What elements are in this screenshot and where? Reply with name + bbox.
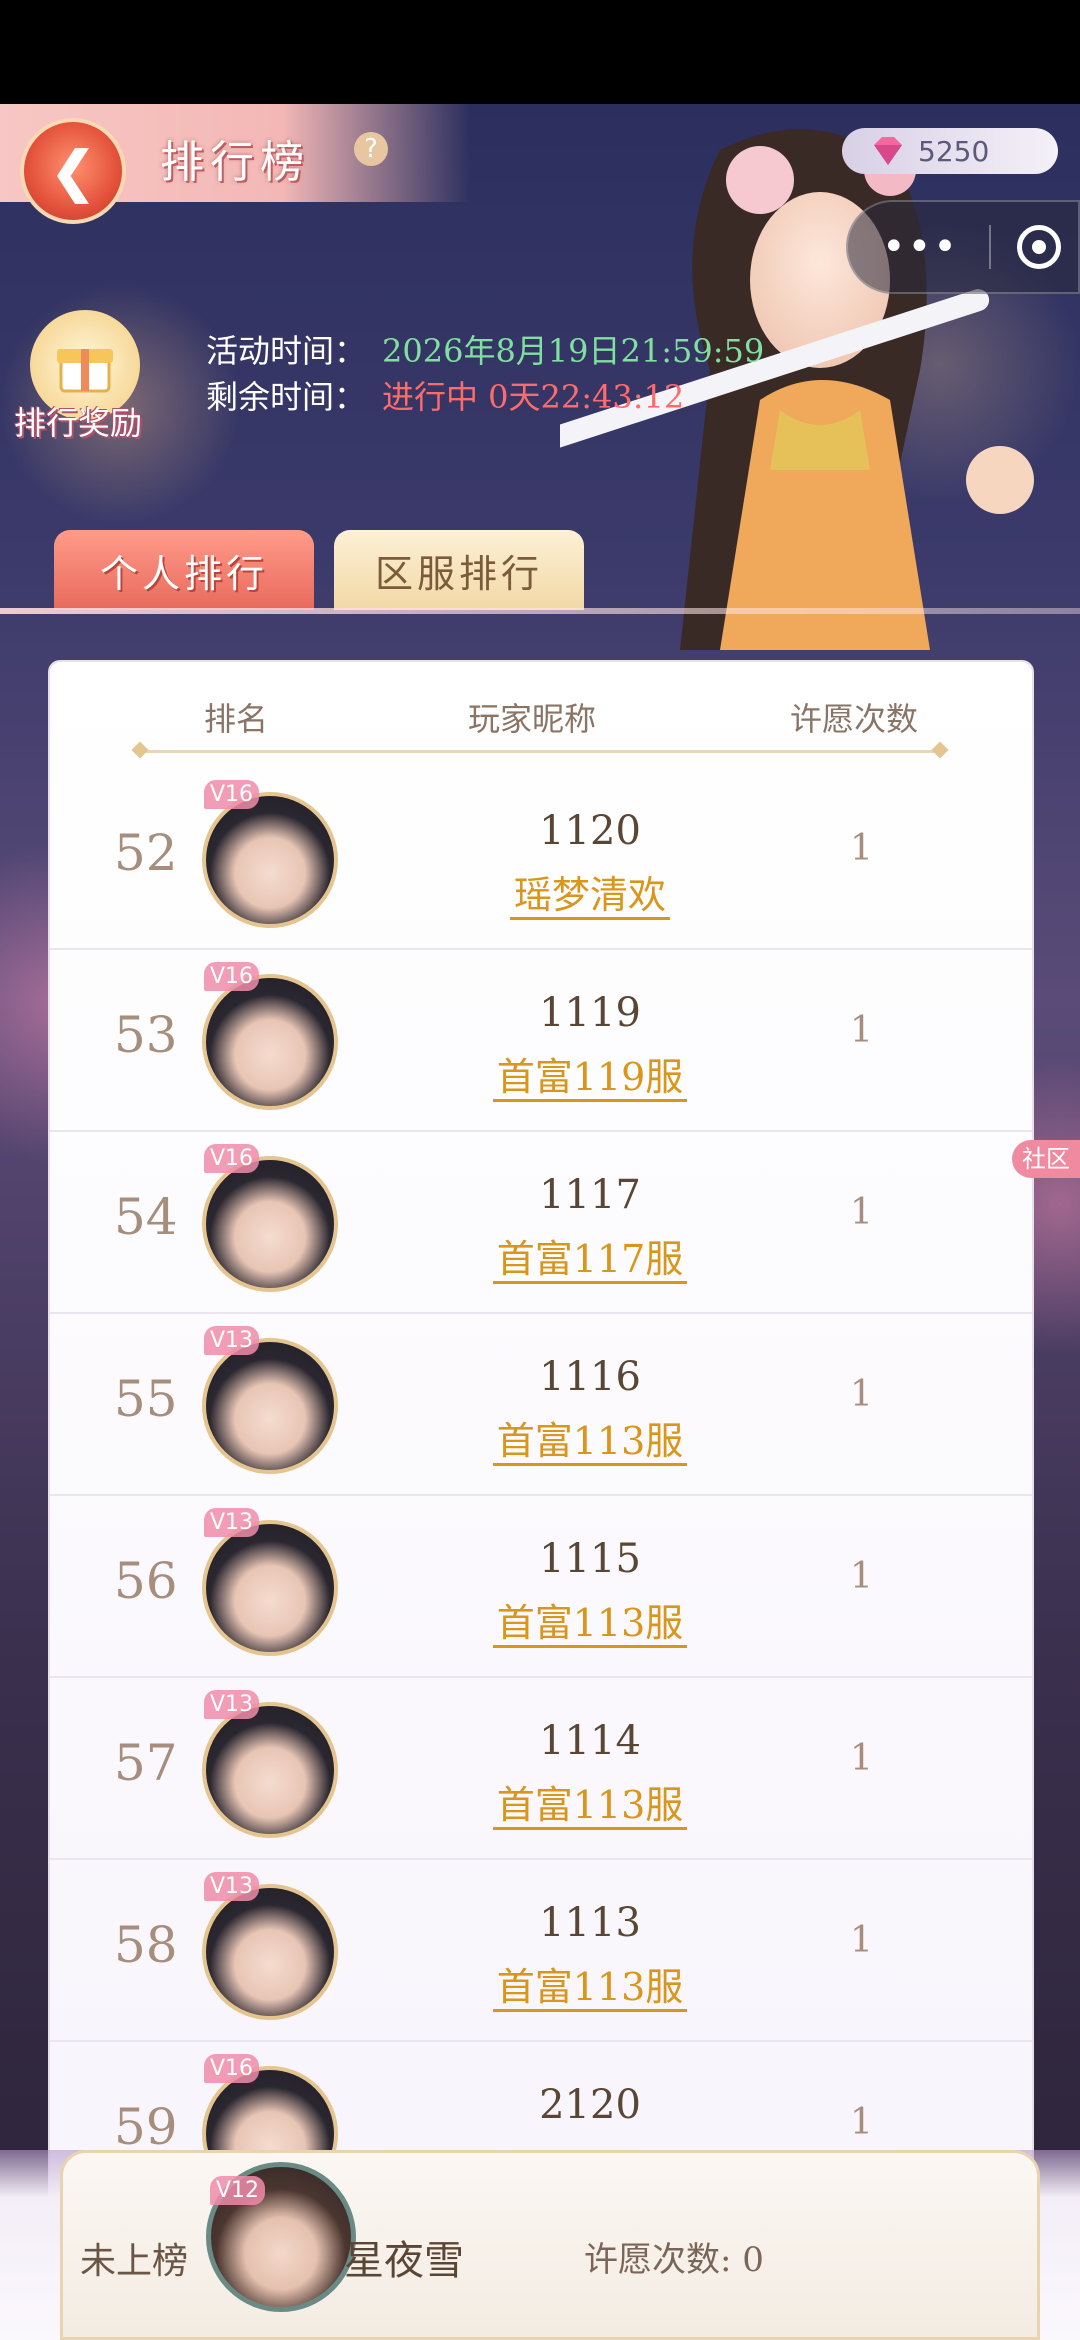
remaining-time-label: 剩余时间： (206, 378, 367, 416)
table-row[interactable]: 55 V13 1116 首富113服 1 (50, 1314, 1032, 1496)
player-name[interactable]: 首富113服 (410, 1956, 770, 2012)
tab-server-ranking[interactable]: 区服排行 (334, 530, 584, 610)
player-server-id: 1114 (539, 1718, 641, 1764)
header-divider (140, 750, 940, 753)
self-rank-status: 未上榜 (80, 2241, 189, 2282)
back-arrow-icon: ❮ (50, 139, 96, 203)
player-name[interactable]: 首富113服 (410, 1774, 770, 1830)
player-name[interactable]: 瑶梦清欢 (410, 864, 770, 920)
table-row[interactable]: 54 V16 1117 首富117服 1 (50, 1132, 1032, 1314)
activity-time-value: 2026年8月19日21:59:59 (382, 332, 765, 370)
rank-reward-label: 排行奖励 (14, 404, 143, 442)
rank-number: 53 (114, 1006, 178, 1064)
table-row[interactable]: 56 V13 1115 首富113服 1 (50, 1496, 1032, 1678)
question-icon[interactable]: ? (354, 132, 388, 166)
vip-badge: V16 (204, 2054, 260, 2083)
gift-icon (57, 349, 113, 393)
wish-count: 1 (850, 1374, 873, 1415)
wish-count: 1 (850, 2102, 873, 2143)
player-name-text: 首富119服 (492, 1055, 688, 1102)
player-name-text: 首富113服 (492, 1965, 688, 2012)
close-target-icon[interactable] (1016, 225, 1061, 269)
vip-badge: V13 (204, 1690, 260, 1719)
player-name-text: 首富113服 (492, 1601, 688, 1648)
remaining-time-value: 进行中 0天22:43:12 (382, 378, 685, 416)
wish-count: 1 (850, 828, 873, 869)
player-name[interactable]: 首富119服 (410, 1046, 770, 1102)
back-button[interactable]: ❮ (20, 118, 126, 224)
player-server-id: 1119 (539, 990, 641, 1036)
more-button[interactable]: ••• (882, 224, 959, 270)
player-name[interactable]: 首富117服 (410, 1228, 770, 1284)
gem-counter[interactable]: 5250 (842, 128, 1058, 174)
player-server-id: 1113 (539, 1900, 641, 1946)
player-name-text: 首富117服 (492, 1237, 688, 1284)
self-vip-badge: V12 (210, 2176, 266, 2205)
player-avatar[interactable] (202, 1338, 338, 1474)
player-server-id: 2120 (539, 2082, 641, 2128)
vip-badge: V13 (204, 1508, 260, 1537)
community-tag[interactable]: 社区 (1012, 1140, 1080, 1178)
gem-count: 5250 (918, 134, 990, 168)
player-name[interactable]: 首富113服 (410, 1410, 770, 1466)
player-avatar[interactable] (202, 1520, 338, 1656)
page-title: 排行榜 (160, 137, 310, 188)
diamond-icon (874, 137, 902, 165)
header-nickname: 玩家昵称 (468, 700, 597, 738)
vip-badge: V16 (204, 1144, 260, 1173)
player-avatar[interactable] (202, 792, 338, 928)
self-name: 星夜雪 (344, 2238, 464, 2284)
wish-count: 1 (850, 1556, 873, 1597)
wish-count: 1 (850, 1738, 873, 1779)
vip-badge: V13 (204, 1326, 260, 1355)
player-name[interactable]: 首富113服 (410, 1592, 770, 1648)
rank-number: 59 (114, 2098, 178, 2156)
player-name-text: 瑶梦清欢 (509, 873, 670, 920)
capsule-divider (988, 225, 991, 269)
header-wishes: 许愿次数 (790, 700, 919, 738)
player-name-text: 首富113服 (492, 1783, 688, 1830)
table-row[interactable]: 53 V16 1119 首富119服 1 (50, 950, 1032, 1132)
wish-count: 1 (850, 1010, 873, 1051)
activity-time-label: 活动时间： (206, 332, 367, 370)
rank-number: 56 (114, 1552, 178, 1610)
table-row[interactable]: 58 V13 1113 首富113服 1 (50, 1860, 1032, 2042)
rank-number: 58 (114, 1916, 178, 1974)
tab-underline (0, 608, 1080, 614)
player-server-id: 1115 (539, 1536, 641, 1582)
rank-number: 54 (114, 1188, 178, 1246)
player-server-id: 1117 (539, 1172, 641, 1218)
rank-number: 52 (114, 824, 178, 882)
status-bar (0, 0, 1080, 104)
vip-badge: V16 (204, 962, 260, 991)
player-avatar[interactable] (202, 1156, 338, 1292)
rank-number: 57 (114, 1734, 178, 1792)
mini-program-capsule: ••• (846, 200, 1080, 294)
player-server-id: 1116 (539, 1354, 641, 1400)
vip-badge: V16 (204, 780, 260, 809)
rank-number: 55 (114, 1370, 178, 1428)
player-avatar[interactable] (202, 1884, 338, 2020)
self-wish-count: 许愿次数: 0 (584, 2240, 764, 2280)
table-row[interactable]: 52 V16 1120 瑶梦清欢 1 (50, 768, 1032, 950)
table-row[interactable]: 57 V13 1114 首富113服 1 (50, 1678, 1032, 1860)
player-name-text: 首富113服 (492, 1419, 688, 1466)
tab-personal-ranking[interactable]: 个人排行 (54, 530, 314, 610)
vip-badge: V13 (204, 1872, 260, 1901)
wish-count: 1 (850, 1920, 873, 1961)
player-server-id: 1120 (539, 808, 641, 854)
player-avatar[interactable] (202, 1702, 338, 1838)
header-rank: 排名 (204, 700, 269, 738)
player-avatar[interactable] (202, 974, 338, 1110)
wish-count: 1 (850, 1192, 873, 1233)
